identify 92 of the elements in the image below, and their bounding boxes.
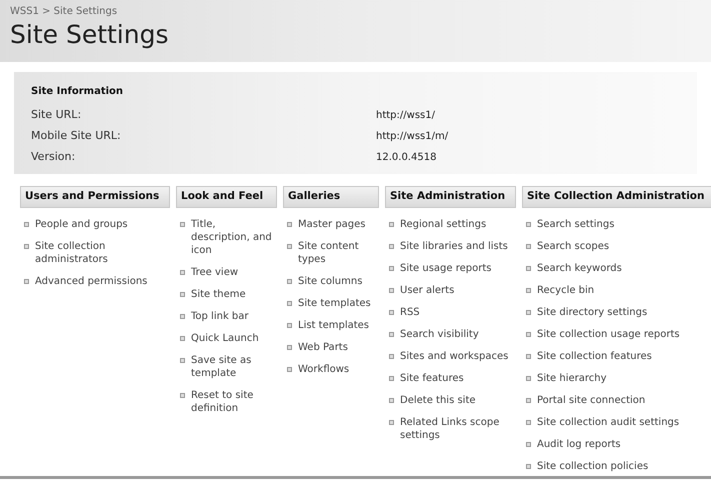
bullet-icon xyxy=(180,358,185,363)
bullet-icon xyxy=(526,398,531,403)
bullet-icon xyxy=(526,244,531,249)
settings-link[interactable]: Title, description, and icon xyxy=(191,218,277,257)
info-label: Site URL: xyxy=(31,107,82,124)
bullet-icon xyxy=(389,222,394,227)
bullet-icon xyxy=(287,323,292,328)
settings-link[interactable]: People and groups xyxy=(35,218,128,231)
bullet-icon xyxy=(287,244,292,249)
settings-link[interactable]: Site templates xyxy=(298,297,371,310)
page-title: Site Settings xyxy=(10,19,170,51)
bullet-icon xyxy=(389,288,394,293)
bullet-icon xyxy=(389,332,394,337)
bullet-icon xyxy=(287,279,292,284)
settings-link[interactable]: Regional settings xyxy=(400,218,486,231)
bullet-icon xyxy=(526,376,531,381)
bullet-icon xyxy=(526,222,531,227)
info-label: Mobile Site URL: xyxy=(31,128,122,144)
bullet-icon xyxy=(526,310,531,315)
settings-link[interactable]: RSS xyxy=(400,306,420,319)
settings-link[interactable]: Master pages xyxy=(298,218,366,231)
bullet-icon xyxy=(389,398,394,403)
settings-link[interactable]: Site directory settings xyxy=(537,306,648,319)
bullet-icon xyxy=(526,442,531,447)
bullet-icon xyxy=(287,301,292,306)
settings-link[interactable]: Save site as template xyxy=(191,354,277,380)
bullet-icon xyxy=(180,393,185,398)
bullet-icon xyxy=(287,367,292,372)
bullet-icon xyxy=(526,464,531,469)
bullet-icon xyxy=(526,420,531,425)
bullet-icon xyxy=(389,266,394,271)
info-value: http://wss1/m/ xyxy=(376,130,448,144)
settings-link[interactable]: Site collection policies xyxy=(537,460,648,473)
settings-link[interactable]: User alerts xyxy=(400,284,454,297)
settings-link[interactable]: Search keywords xyxy=(537,262,622,275)
settings-link[interactable]: Site collection usage reports xyxy=(537,328,680,341)
bullet-icon xyxy=(180,222,185,227)
category-header: Look and Feel xyxy=(176,186,277,208)
category-header: Users and Permissions xyxy=(20,186,170,208)
settings-link[interactable]: Site hierarchy xyxy=(537,372,607,385)
bullet-icon xyxy=(180,336,185,341)
settings-link[interactable]: Site usage reports xyxy=(400,262,492,275)
breadcrumb: WSS1 > Site Settings xyxy=(10,5,118,19)
bullet-icon xyxy=(526,354,531,359)
settings-link[interactable]: Site collection administrators xyxy=(35,240,170,266)
bullet-icon xyxy=(389,420,394,425)
settings-link[interactable]: Site content types xyxy=(298,240,379,266)
settings-link[interactable]: Site theme xyxy=(191,288,246,301)
settings-link[interactable]: Search visibility xyxy=(400,328,479,341)
info-value: http://wss1/ xyxy=(376,109,435,123)
info-label: Version: xyxy=(31,149,76,166)
settings-link[interactable]: Search scopes xyxy=(537,240,610,253)
category-header: Site Collection Administration xyxy=(522,186,711,208)
bullet-icon xyxy=(389,244,394,249)
category-header: Site Administration xyxy=(385,186,516,208)
settings-link[interactable]: Portal site connection xyxy=(537,394,646,407)
settings-link[interactable]: Audit log reports xyxy=(537,438,621,451)
bullet-icon xyxy=(526,288,531,293)
bullet-icon xyxy=(526,332,531,337)
settings-link[interactable]: Search settings xyxy=(537,218,614,231)
bullet-icon xyxy=(287,345,292,350)
bullet-icon xyxy=(24,279,29,284)
settings-link[interactable]: Tree view xyxy=(191,266,238,279)
settings-link[interactable]: Site libraries and lists xyxy=(400,240,508,253)
settings-link[interactable]: Site columns xyxy=(298,275,362,288)
settings-link[interactable]: Top link bar xyxy=(191,310,249,323)
bullet-icon xyxy=(24,244,29,249)
bullet-icon xyxy=(526,266,531,271)
settings-link[interactable]: List templates xyxy=(298,319,370,332)
settings-link[interactable]: Reset to site definition xyxy=(191,389,277,415)
bullet-icon xyxy=(389,310,394,315)
bullet-icon xyxy=(180,270,185,275)
settings-link[interactable]: Recycle bin xyxy=(537,284,594,297)
settings-link[interactable]: Workflows xyxy=(298,363,350,376)
settings-link[interactable]: Related Links scope settings xyxy=(400,416,516,442)
settings-link[interactable]: Quick Launch xyxy=(191,332,259,345)
bullet-icon xyxy=(24,222,29,227)
bullet-icon xyxy=(180,292,185,297)
bullet-icon xyxy=(389,354,394,359)
bullet-icon xyxy=(287,222,292,227)
settings-link[interactable]: Advanced permissions xyxy=(35,275,148,288)
settings-link[interactable]: Sites and workspaces xyxy=(400,350,508,363)
settings-link[interactable]: Site collection audit settings xyxy=(537,416,680,429)
settings-link[interactable]: Web Parts xyxy=(298,341,348,354)
settings-link[interactable]: Delete this site xyxy=(400,394,476,407)
bullet-icon xyxy=(180,314,185,319)
settings-link[interactable]: Site features xyxy=(400,372,464,385)
category-header: Galleries xyxy=(283,186,379,208)
bullet-icon xyxy=(389,376,394,381)
info-value: 12.0.0.4518 xyxy=(376,151,436,165)
section-heading: Site Information xyxy=(31,85,124,99)
settings-link[interactable]: Site collection features xyxy=(537,350,652,363)
